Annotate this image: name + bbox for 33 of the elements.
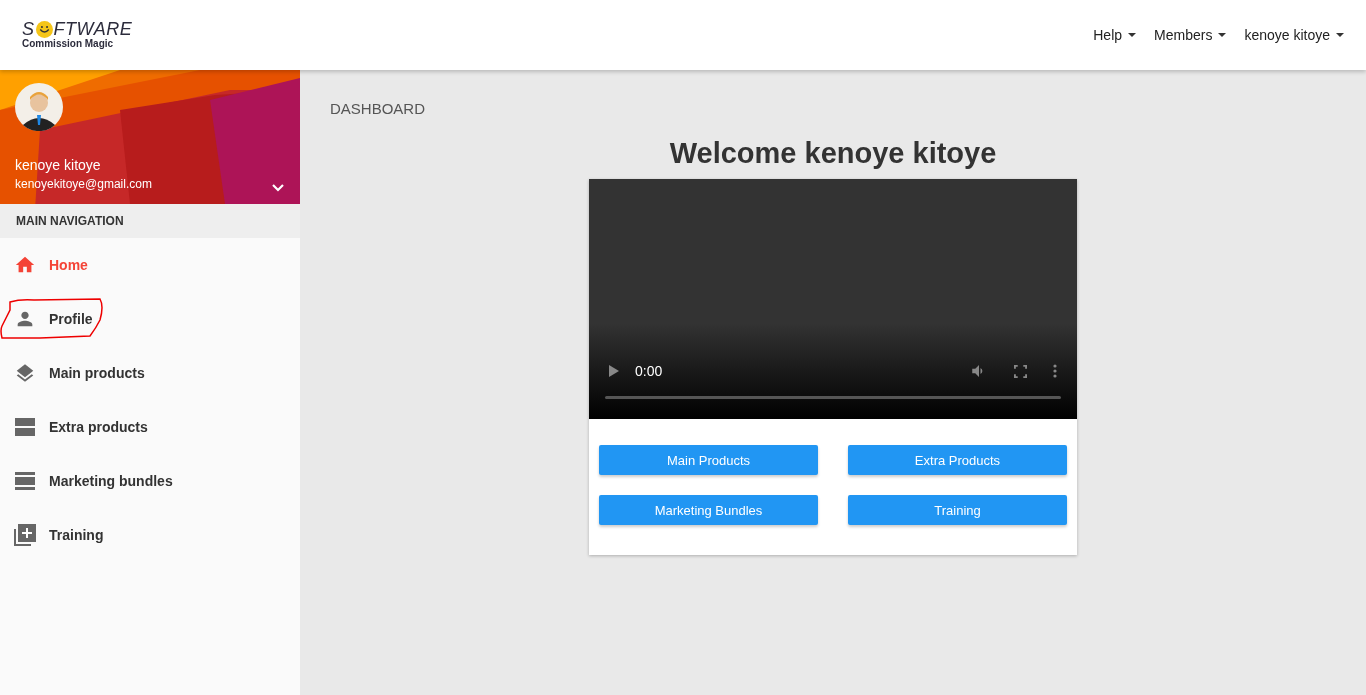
user-email: kenoyekitoye@gmail.com	[15, 177, 152, 191]
avatar-icon	[15, 83, 63, 131]
nav-item[interactable]: Home	[0, 238, 300, 292]
list-icon	[14, 472, 36, 490]
nav-item[interactable]: Extra products	[0, 400, 300, 454]
two-bars-icon	[14, 418, 36, 436]
logo-letter: S	[22, 20, 35, 38]
fullscreen-icon[interactable]	[1014, 364, 1027, 378]
nav-item[interactable]: Training	[0, 508, 300, 562]
breadcrumb: DASHBOARD	[330, 100, 426, 117]
more-icon[interactable]	[1053, 364, 1057, 378]
nav-section-header: MAIN NAVIGATION	[0, 204, 300, 238]
nav-item[interactable]: Marketing bundles	[0, 454, 300, 508]
smiley-icon	[35, 20, 53, 38]
menu-dropdown[interactable]: kenoye kitoye	[1244, 27, 1344, 43]
logo-word: FTWARE	[53, 20, 133, 38]
video-player[interactable]: 0:00	[589, 179, 1077, 419]
chevron-down-icon[interactable]	[272, 184, 284, 192]
page-heading: Welcome kenoye kitoye	[669, 136, 997, 171]
logo-tagline: Commission Magic	[22, 38, 115, 50]
nav-item[interactable]: Profile	[0, 292, 300, 346]
play-icon[interactable]	[609, 365, 619, 377]
caret-icon	[1128, 33, 1137, 37]
nav-item[interactable]: Main products	[0, 346, 300, 400]
video-time: 0:00	[635, 363, 663, 379]
add-box-icon	[14, 524, 36, 546]
caret-icon	[1336, 33, 1344, 37]
menu-dropdown[interactable]: Help	[1093, 27, 1137, 43]
progress-track[interactable]	[605, 396, 1061, 399]
user-name: kenoye kitoye	[15, 157, 102, 173]
layers-icon	[14, 362, 36, 384]
menu-dropdown[interactable]: Members	[1154, 27, 1227, 43]
caret-icon	[1218, 33, 1227, 37]
